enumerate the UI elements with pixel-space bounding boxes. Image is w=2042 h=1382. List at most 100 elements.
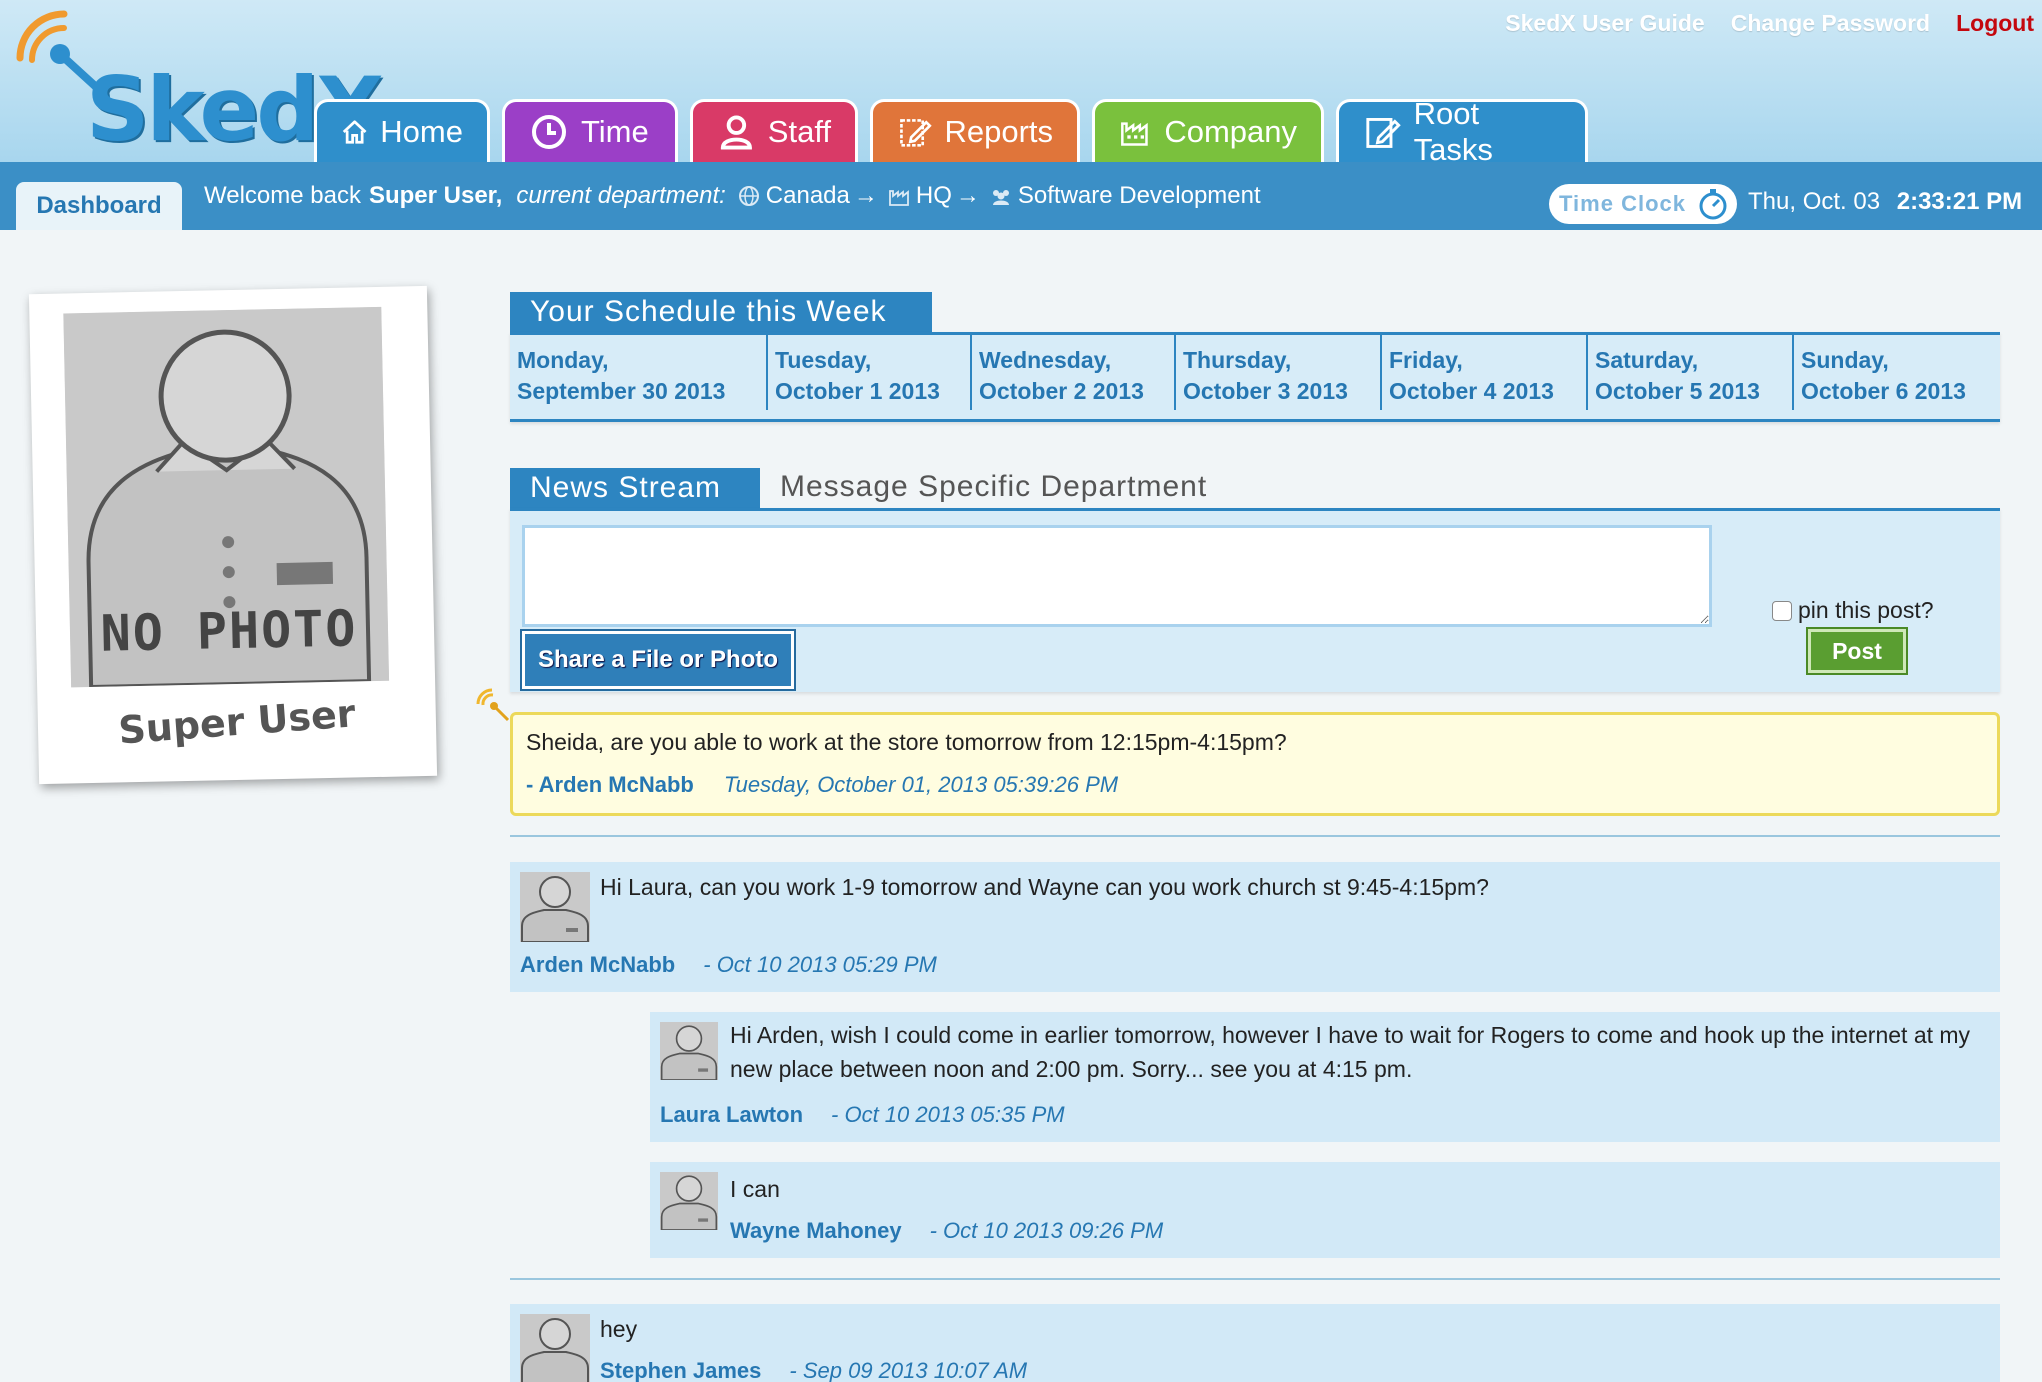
post-timestamp: - Oct 10 2013 05:35 PM [831, 1102, 1065, 1127]
person-icon [720, 115, 752, 150]
day-date: October 2 2013 [979, 378, 1144, 404]
day-name: Tuesday, [775, 347, 872, 373]
post-button[interactable]: Post [1806, 627, 1908, 675]
tab-news-stream[interactable]: News Stream [510, 468, 760, 508]
post-author[interactable]: - Arden McNabb [526, 772, 694, 798]
post-text: I can [730, 1176, 780, 1202]
tab-time[interactable]: Time [502, 99, 678, 162]
current-date: Thu, Oct. 03 [1748, 188, 1881, 215]
post-author[interactable]: Laura Lawton [660, 1102, 803, 1128]
post-author[interactable]: Arden McNabb [520, 952, 675, 978]
post-meta: Stephen James - Sep 09 2013 10:07 AM [600, 1358, 1027, 1382]
tab-label: Home [380, 114, 463, 149]
skedx-logo[interactable]: SkedX [14, 8, 384, 154]
stopwatch-icon [1699, 189, 1727, 220]
breadcrumb-arrow: → [955, 182, 980, 209]
welcome-prefix: Welcome back [204, 182, 361, 209]
news-post: hey Stephen James - Sep 09 2013 10:07 AM [510, 1304, 2000, 1382]
tab-home[interactable]: Home [314, 99, 490, 162]
post-input[interactable] [522, 525, 1712, 627]
sub-navbar: Dashboard Welcome back Super User, curre… [0, 162, 2042, 230]
time-clock-label: Time Clock [1559, 191, 1686, 216]
avatar[interactable] [660, 1172, 718, 1230]
pin-checkbox[interactable] [1772, 600, 1792, 621]
pinned-post: Sheida, are you able to work at the stor… [510, 712, 2000, 816]
default-avatar-icon [660, 1172, 718, 1230]
breadcrumb-arrow: → [853, 182, 878, 209]
globe-icon [738, 186, 759, 206]
profile-photo-placeholder[interactable]: NO PHOTO [63, 306, 390, 688]
tab-label: Root Tasks [1413, 96, 1493, 167]
avatar[interactable] [520, 1314, 590, 1382]
pinned-meta: - Arden McNabb Tuesday, October 01, 2013… [526, 772, 1997, 798]
main-tabs: Home Time Staff Reports Company Root Tas… [314, 96, 1588, 167]
schedule-day[interactable]: Sunday, October 6 2013 [1794, 335, 2000, 410]
tab-staff[interactable]: Staff [690, 99, 858, 162]
avatar[interactable] [520, 872, 590, 942]
day-name: Monday, [517, 347, 609, 373]
current-time: 2:33:21 PM [1896, 188, 2023, 215]
group-icon [992, 190, 1009, 205]
no-photo-label: NO PHOTO [100, 599, 358, 663]
day-name: Wednesday, [979, 347, 1112, 373]
avatar[interactable] [660, 1022, 718, 1080]
pinned-message: Sheida, are you able to work at the stor… [526, 729, 1287, 755]
schedule-title: Your Schedule this Week [510, 292, 932, 332]
tab-reports[interactable]: Reports [870, 99, 1080, 162]
schedule-day[interactable]: Thursday, October 3 2013 [1176, 335, 1382, 410]
schedule-day[interactable]: Monday, September 30 2013 [510, 335, 768, 410]
schedule-day[interactable]: Saturday, October 5 2013 [1588, 335, 1794, 410]
tab-root-tasks[interactable]: Root Tasks [1336, 96, 1588, 167]
tab-label: Staff [767, 114, 831, 149]
post-author[interactable]: Wayne Mahoney [730, 1218, 902, 1244]
post-author[interactable]: Stephen James [600, 1358, 761, 1382]
tab-company[interactable]: Company [1092, 99, 1324, 162]
post-text: Hi Arden, wish I could come in earlier t… [730, 1022, 1971, 1082]
default-avatar-icon [520, 872, 590, 942]
day-name: Thursday, [1183, 347, 1292, 373]
welcome-message: Welcome back Super User, current departm… [204, 182, 1261, 210]
home-icon [342, 120, 367, 144]
pencil-note-icon [900, 119, 932, 147]
post-timestamp: - Sep 09 2013 10:07 AM [789, 1358, 1028, 1382]
day-name: Saturday, [1595, 347, 1699, 373]
default-avatar-icon [660, 1022, 718, 1080]
share-file-button[interactable]: Share a File or Photo [520, 629, 796, 691]
day-date: October 5 2013 [1595, 378, 1760, 404]
tab-message-department[interactable]: Message Specific Department [780, 470, 1207, 504]
user-guide-link[interactable]: SkedX User Guide [1505, 10, 1704, 37]
pin-post-option[interactable]: pin this post? [1772, 597, 1934, 624]
post-meta: Arden McNabb - Oct 10 2013 05:29 PM [520, 952, 937, 978]
pushpin-icon [476, 688, 510, 722]
department-country[interactable]: Canada [766, 182, 850, 210]
schedule-day[interactable]: Wednesday, October 2 2013 [972, 335, 1176, 410]
divider [510, 1278, 2000, 1280]
change-password-link[interactable]: Change Password [1731, 10, 1930, 37]
day-name: Friday, [1389, 347, 1463, 373]
logout-link[interactable]: Logout [1956, 10, 2034, 37]
post-timestamp: - Oct 10 2013 05:29 PM [703, 952, 937, 977]
divider [510, 835, 2000, 837]
post-meta: Wayne Mahoney - Oct 10 2013 09:26 PM [730, 1218, 1163, 1244]
reply-post: I can Wayne Mahoney - Oct 10 2013 09:26 … [650, 1162, 2000, 1258]
schedule-day[interactable]: Tuesday, October 1 2013 [768, 335, 972, 410]
news-post: Hi Laura, can you work 1-9 tomorrow and … [510, 862, 2000, 992]
tab-label: Company [1164, 114, 1297, 149]
top-links: SkedX User Guide Change Password Logout [1505, 10, 2034, 37]
day-name: Sunday, [1801, 347, 1889, 373]
post-meta: Laura Lawton - Oct 10 2013 05:35 PM [660, 1102, 1065, 1128]
post-text: Hi Laura, can you work 1-9 tomorrow and … [600, 874, 1489, 900]
department-label: current department: [516, 182, 726, 209]
tab-dashboard[interactable]: Dashboard [16, 182, 182, 230]
schedule-day[interactable]: Friday, October 4 2013 [1382, 335, 1588, 410]
department-site[interactable]: HQ [916, 182, 952, 210]
time-clock-button[interactable]: Time Clock [1549, 184, 1737, 224]
weekly-schedule: Monday, September 30 2013 Tuesday, Octob… [510, 332, 2000, 422]
default-avatar-icon [520, 1314, 590, 1382]
profile-card: NO PHOTO Super User [28, 285, 438, 785]
department-team[interactable]: Software Development [1018, 182, 1261, 210]
current-datetime: Thu, Oct. 03 2:33:21 PM [1748, 188, 2022, 216]
factory-icon [1121, 122, 1148, 146]
day-date: October 4 2013 [1389, 378, 1554, 404]
tab-label: Reports [944, 114, 1053, 149]
